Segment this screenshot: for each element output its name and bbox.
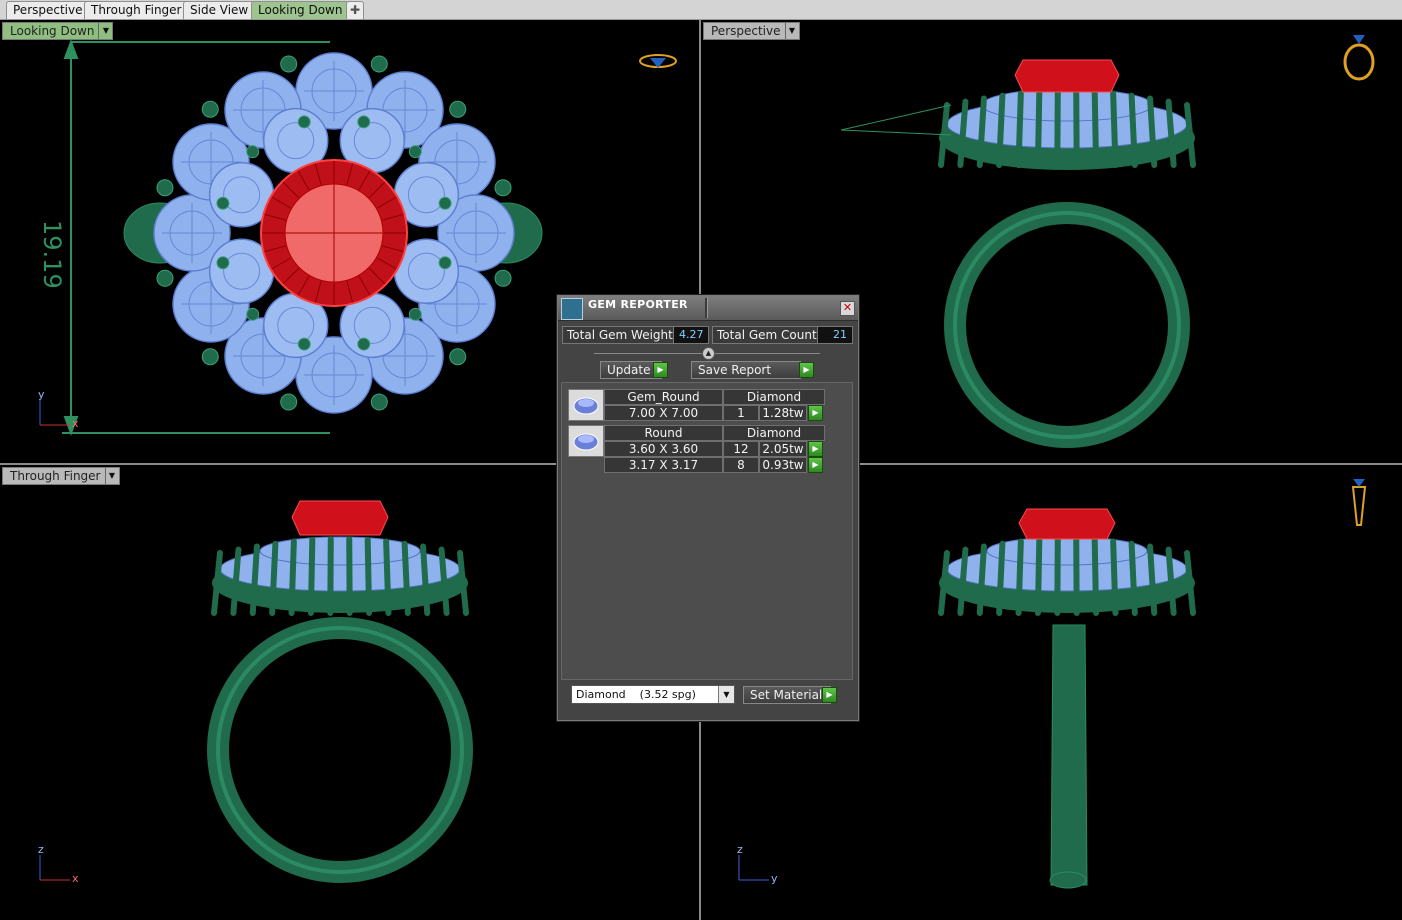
tab-looking-down[interactable]: Looking Down	[251, 1, 350, 19]
material-select[interactable]: Diamond (3.52 spg) ▼	[571, 685, 735, 704]
collapse-icon[interactable]: ▲	[702, 347, 715, 360]
gem-count-cell: 12	[723, 441, 759, 457]
tab-through-finger[interactable]: Through Finger	[84, 1, 189, 19]
select-gem-go-icon[interactable]: ▶	[808, 457, 823, 473]
gem-shape-header: Gem_Round	[604, 389, 723, 405]
total-gem-count-value: 21	[817, 326, 853, 344]
gem-reporter-icon	[561, 298, 583, 320]
gem-weight-cell: 1.28tw	[759, 405, 807, 421]
gem-round-thumbnail	[568, 389, 604, 421]
update-go-icon[interactable]: ▶	[653, 362, 668, 378]
set-material-go-icon[interactable]: ▶	[822, 687, 837, 703]
set-material-button[interactable]: Set Material	[743, 686, 831, 704]
dropdown-arrow-icon[interactable]: ▼	[784, 23, 799, 39]
tab-side-view[interactable]: Side View	[183, 1, 256, 19]
view-tab-bar: Perspective Through Finger Side View Loo…	[0, 0, 1402, 20]
gem-material-header: Diamond	[723, 389, 825, 405]
add-tab-icon[interactable]: ✚	[346, 1, 364, 19]
dropdown-arrow-icon[interactable]: ▼	[104, 468, 119, 484]
select-gem-go-icon[interactable]: ▶	[808, 405, 823, 421]
chevron-down-icon[interactable]: ▼	[718, 686, 734, 703]
total-gem-weight-value: 4.27	[673, 326, 709, 344]
gem-material-header: Diamond	[723, 425, 825, 441]
gem-weight-cell: 0.93tw	[759, 457, 807, 473]
close-icon[interactable]: ✕	[840, 301, 855, 316]
gem-size-cell: 3.60 X 3.60	[604, 441, 723, 457]
total-gem-weight-label: Total Gem Weight	[562, 326, 678, 344]
axis-label-x: x	[72, 417, 79, 430]
gem-weight-cell: 2.05tw	[759, 441, 807, 457]
gem-count-cell: 8	[723, 457, 759, 473]
save-report-go-icon[interactable]: ▶	[799, 362, 814, 378]
total-gem-count-label: Total Gem Count	[712, 326, 822, 344]
select-gem-go-icon[interactable]: ▶	[808, 441, 823, 457]
panel-title-bar[interactable]: GEM REPORTER ✕	[558, 296, 858, 321]
axis-label-x: x	[72, 872, 79, 885]
tab-perspective[interactable]: Perspective	[6, 1, 90, 19]
viewport-label-looking-down[interactable]: Looking Down ▼	[2, 22, 114, 40]
gem-count-cell: 1	[723, 405, 759, 421]
save-report-button[interactable]: Save Report	[691, 361, 801, 379]
dropdown-arrow-icon[interactable]: ▼	[98, 23, 112, 39]
gem-reporter-panel: GEM REPORTER ✕ Total Gem Weight 4.27 Tot…	[557, 295, 859, 721]
gem-shape-header: Round	[604, 425, 723, 441]
viewport-label-perspective[interactable]: Perspective ▼	[703, 22, 800, 40]
gem-list: Gem_Round Diamond 7.00 X 7.00 1 1.28tw ▶…	[561, 382, 853, 680]
round-thumbnail	[568, 425, 604, 457]
ring-view-icon	[640, 52, 676, 68]
panel-title: GEM REPORTER	[588, 298, 688, 311]
axis-label-z: z	[737, 843, 743, 856]
axis-label-y: y	[38, 388, 45, 401]
dimension-value: 19.19	[38, 220, 66, 289]
gem-size-cell: 7.00 X 7.00	[604, 405, 723, 421]
title-separator	[705, 298, 708, 318]
axis-label-z: z	[38, 843, 44, 856]
viewport-label-through-finger[interactable]: Through Finger ▼	[2, 467, 120, 485]
gem-size-cell: 3.17 X 3.17	[604, 457, 723, 473]
axis-label-y: y	[771, 872, 778, 885]
